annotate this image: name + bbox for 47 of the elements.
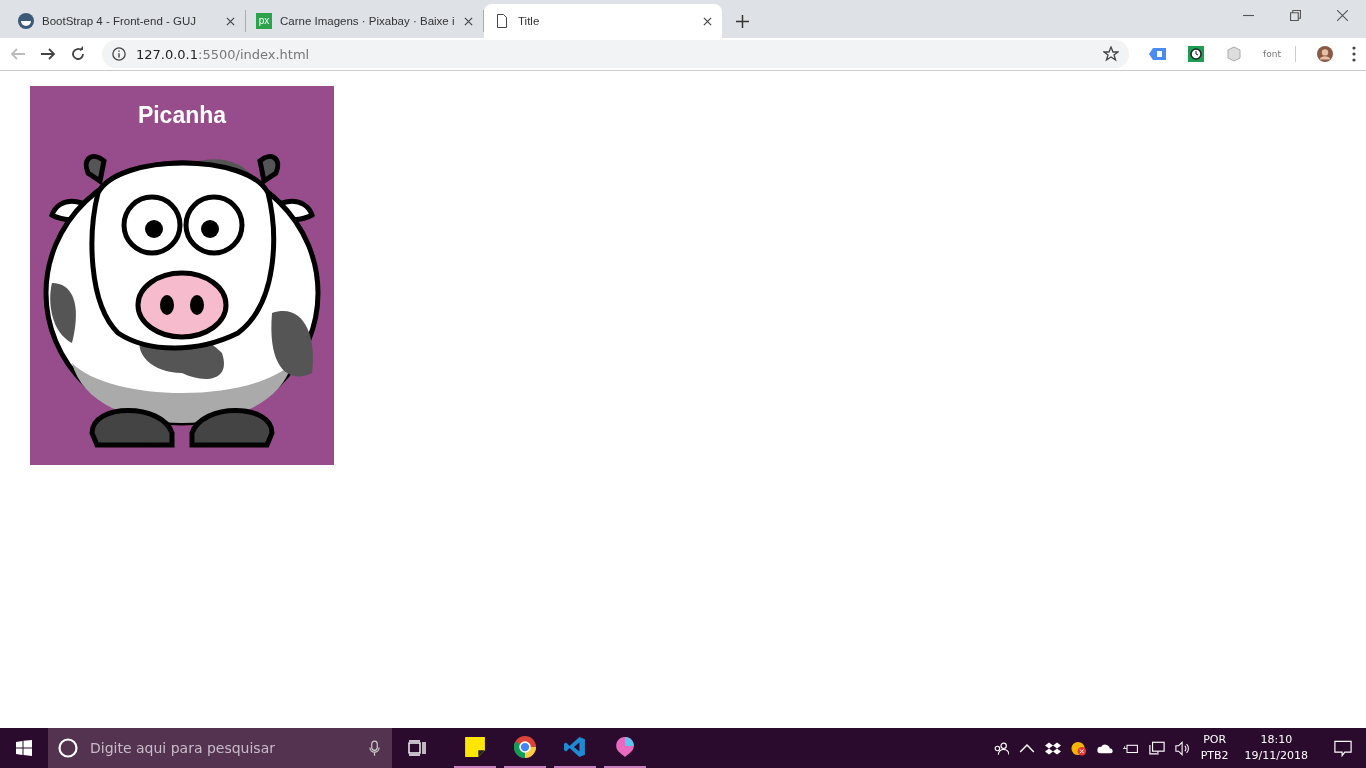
tag-icon[interactable] bbox=[1149, 46, 1168, 62]
tab-title: Carne Imagens · Pixabay · Baixe i bbox=[280, 15, 456, 27]
close-icon[interactable] bbox=[464, 16, 473, 26]
microphone-icon[interactable] bbox=[369, 739, 380, 757]
language-code: PTB2 bbox=[1200, 748, 1229, 764]
clock-icon[interactable] bbox=[1187, 46, 1206, 62]
avatar-icon[interactable] bbox=[1316, 46, 1334, 62]
windows-logo-icon[interactable] bbox=[16, 740, 32, 756]
search-box[interactable]: Digite aqui para pesquisar bbox=[48, 728, 392, 768]
page-icon bbox=[494, 13, 510, 29]
dropbox-icon[interactable] bbox=[1044, 740, 1061, 756]
language-indicator[interactable]: POR PTB2 bbox=[1200, 732, 1229, 764]
close-icon[interactable] bbox=[703, 16, 712, 26]
warning-badge-icon[interactable] bbox=[1070, 740, 1087, 756]
extension-label[interactable]: font bbox=[1263, 49, 1281, 59]
sticky-note-icon bbox=[464, 736, 486, 758]
code-editor-icon bbox=[564, 736, 586, 758]
close-icon[interactable] bbox=[1337, 9, 1348, 21]
notification-icon[interactable] bbox=[1334, 739, 1352, 757]
reload-icon[interactable] bbox=[70, 46, 86, 62]
restore-icon[interactable] bbox=[1290, 9, 1301, 21]
speaker-icon[interactable] bbox=[1174, 740, 1191, 756]
forward-arrow-icon[interactable] bbox=[40, 46, 56, 62]
tab-title: BootStrap 4 - Front-end - GUJ bbox=[42, 15, 198, 27]
browser-tab[interactable]: Title bbox=[484, 4, 722, 38]
network-icon[interactable] bbox=[1148, 740, 1165, 756]
card-title: Picanha bbox=[137, 102, 227, 129]
paint-drop-icon bbox=[614, 736, 636, 758]
clock[interactable]: 18:10 19/11/2018 bbox=[1244, 732, 1308, 764]
circle-icon bbox=[58, 738, 78, 758]
people-icon[interactable] bbox=[992, 740, 1009, 756]
new-tab-icon[interactable] bbox=[736, 14, 749, 28]
browser-tab[interactable]: BootStrap 4 - Front-end - GUJ bbox=[8, 10, 246, 32]
site-icon: px bbox=[256, 13, 272, 29]
date-text: 19/11/2018 bbox=[1244, 748, 1308, 764]
browser-tab[interactable]: px Carne Imagens · Pixabay · Baixe i bbox=[246, 10, 484, 32]
search-field[interactable]: Digite aqui para pesquisar bbox=[88, 739, 359, 757]
language-code: POR bbox=[1203, 732, 1227, 748]
info-icon bbox=[112, 47, 126, 61]
time-text: 18:10 bbox=[1260, 732, 1293, 748]
task-view-icon[interactable] bbox=[408, 740, 426, 756]
tab-title: Title bbox=[518, 15, 541, 27]
chrome-logo-icon bbox=[514, 736, 536, 758]
address-bar[interactable]: 127.0.0.1:5500/index.html bbox=[102, 40, 1130, 68]
close-icon[interactable] bbox=[226, 16, 235, 26]
star-icon[interactable] bbox=[1103, 46, 1120, 62]
menu-icon[interactable] bbox=[1352, 46, 1356, 62]
